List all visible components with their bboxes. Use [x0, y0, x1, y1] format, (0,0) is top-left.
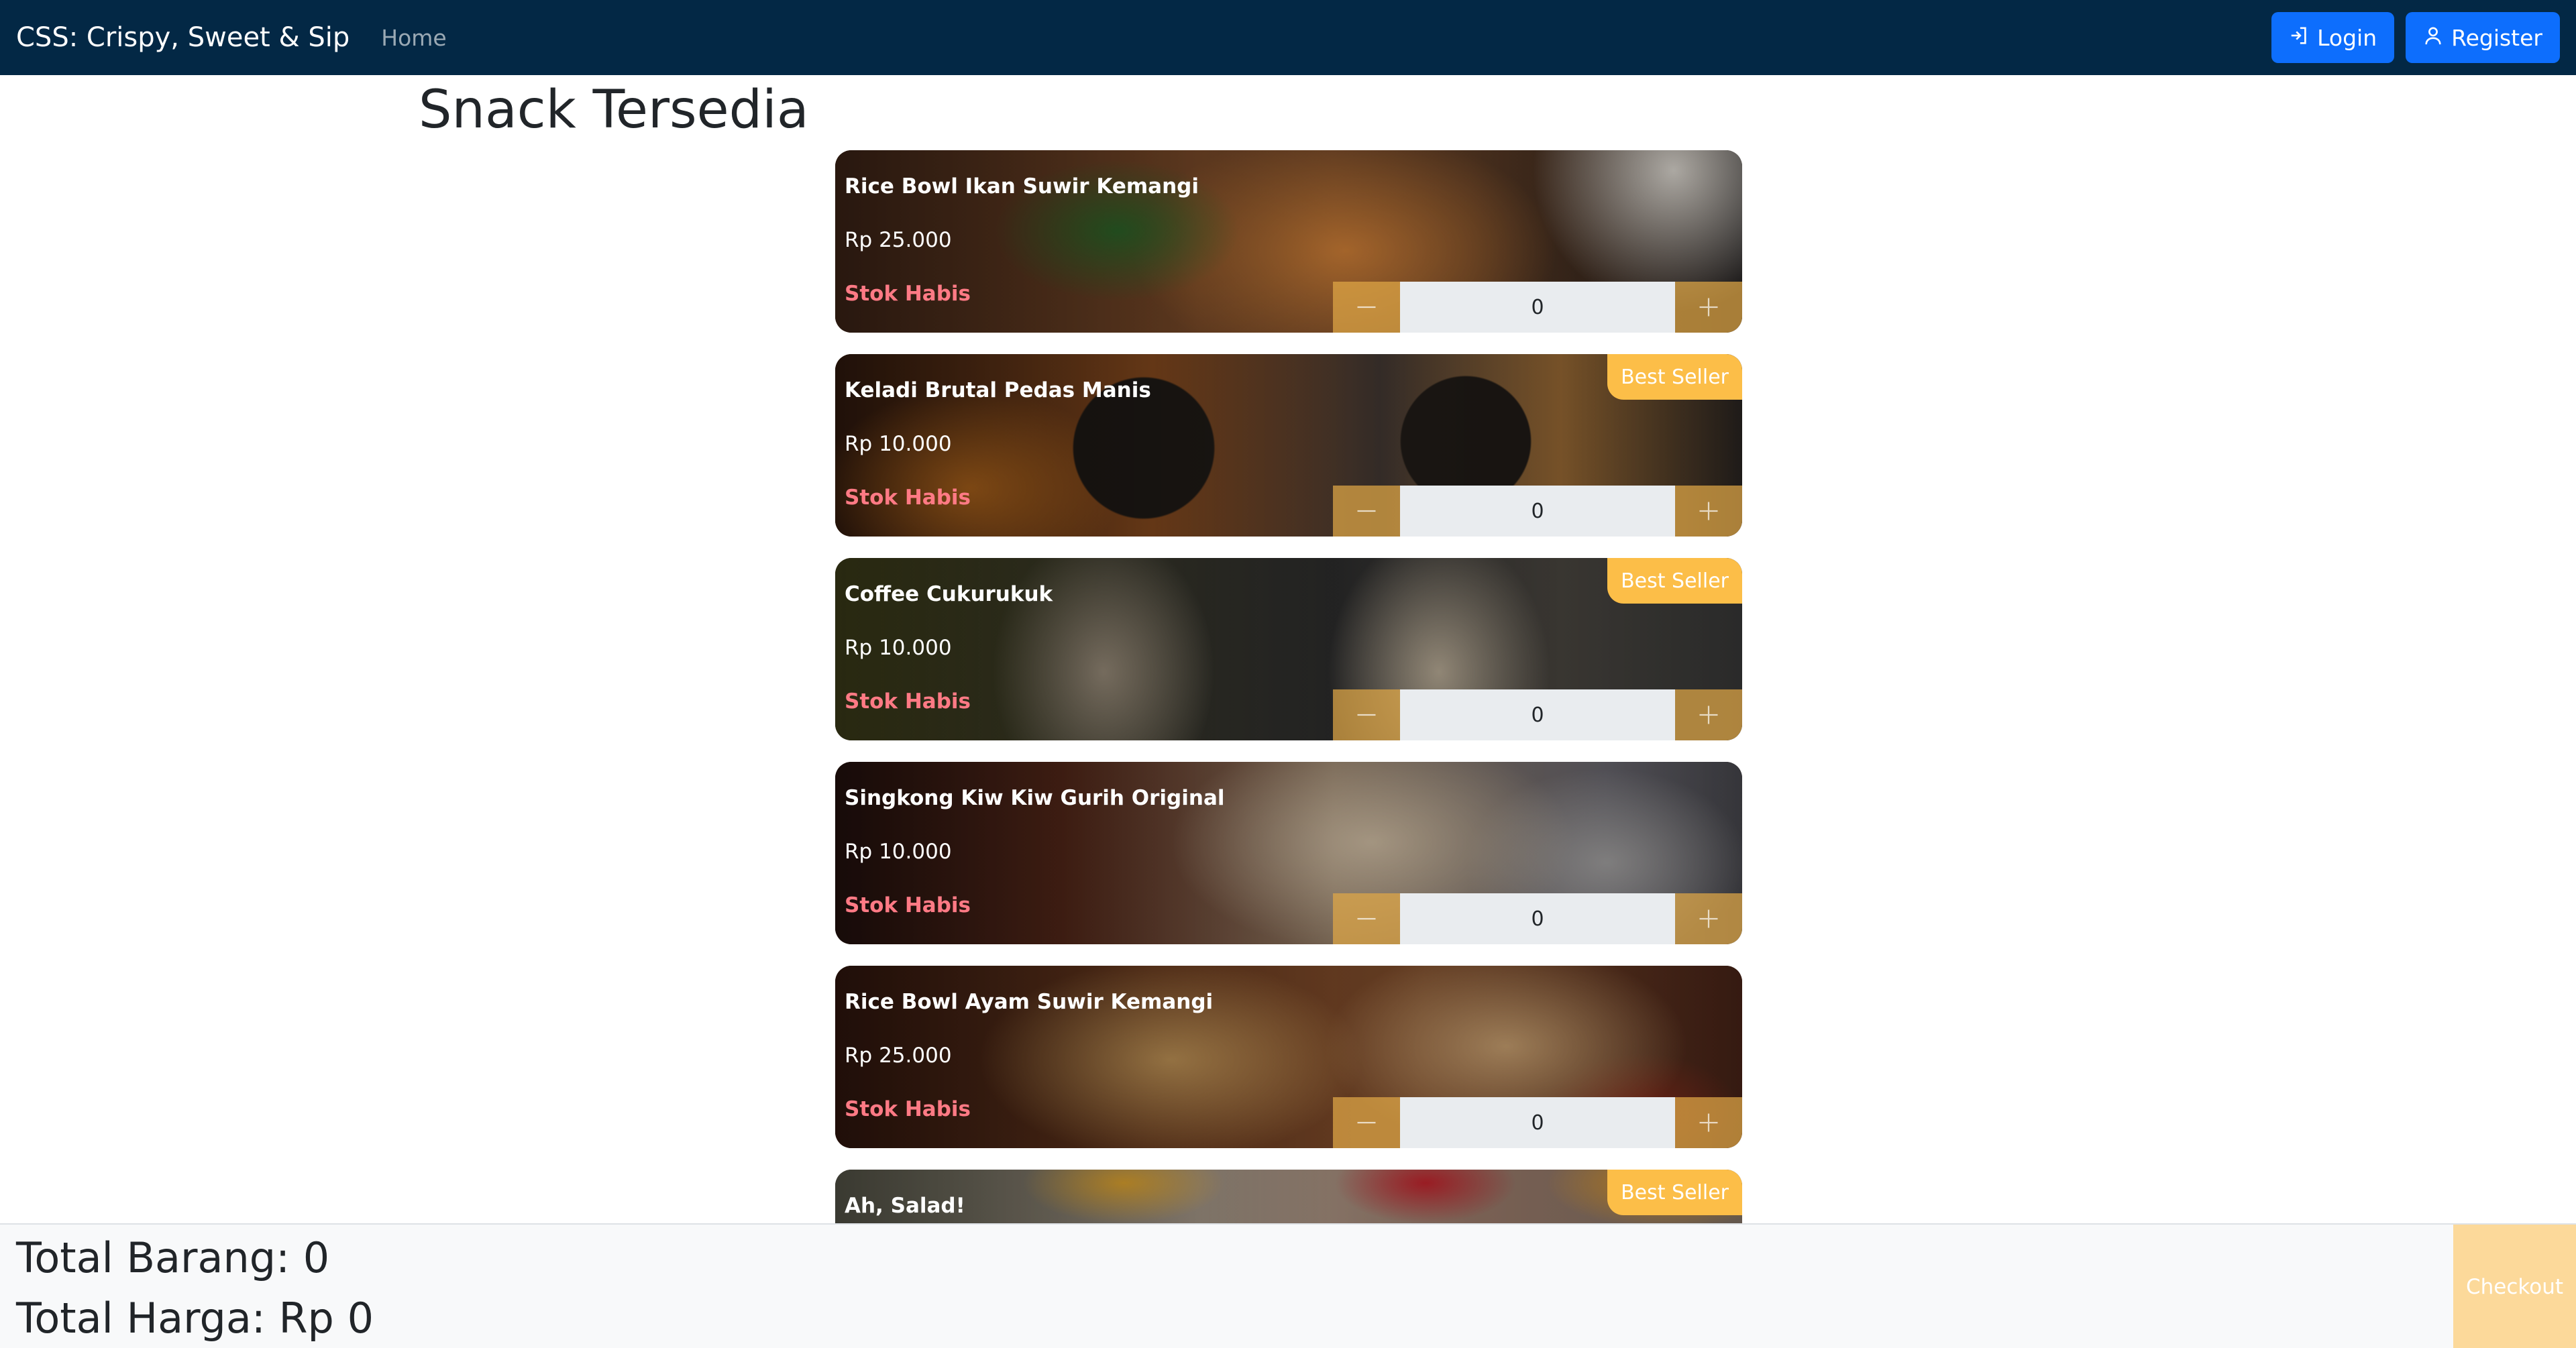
increment-button[interactable] [1675, 486, 1742, 537]
increment-button[interactable] [1675, 1097, 1742, 1148]
quantity-input[interactable] [1400, 486, 1675, 537]
decrement-button[interactable] [1333, 486, 1400, 537]
product-price: Rp 10.000 [845, 432, 952, 456]
product-price: Rp 10.000 [845, 840, 952, 864]
decrement-button[interactable] [1333, 282, 1400, 333]
best-seller-badge: Best Seller [1607, 1170, 1742, 1215]
minus-icon [1357, 510, 1376, 512]
product-name: Rice Bowl Ayam Suwir Kemangi [845, 990, 1214, 1014]
quantity-input[interactable] [1400, 893, 1675, 944]
user-icon [2423, 25, 2443, 51]
page-title: Snack Tersedia [419, 80, 809, 140]
stock-status: Stok Habis [845, 282, 971, 306]
product-name: Coffee Cukurukuk [845, 582, 1053, 606]
plus-icon [1699, 706, 1718, 724]
quantity-input[interactable] [1400, 689, 1675, 740]
plus-icon [1699, 298, 1718, 317]
quantity-stepper [1333, 486, 1742, 537]
total-items: Total Barang: 0 [16, 1233, 330, 1282]
best-seller-badge: Best Seller [1607, 354, 1742, 400]
decrement-button[interactable] [1333, 893, 1400, 944]
product-name: Rice Bowl Ikan Suwir Kemangi [845, 174, 1199, 199]
product-card: Rice Bowl Ayam Suwir Kemangi Rp 25.000 S… [835, 966, 1742, 1148]
quantity-stepper [1333, 893, 1742, 944]
product-card: Best Seller Coffee Cukurukuk Rp 10.000 S… [835, 558, 1742, 740]
cart-summary-bar: Total Barang: 0 Total Harga: Rp 0 Checko… [0, 1223, 2576, 1348]
brand-name[interactable]: CSS: Crispy, Sweet & Sip [16, 22, 350, 53]
minus-icon [1357, 714, 1376, 716]
minus-icon [1357, 1121, 1376, 1124]
login-button[interactable]: Login [2271, 12, 2395, 63]
plus-icon [1699, 909, 1718, 928]
quantity-stepper [1333, 282, 1742, 333]
minus-icon [1357, 917, 1376, 920]
product-price: Rp 10.000 [845, 636, 952, 660]
increment-button[interactable] [1675, 689, 1742, 740]
register-label: Register [2451, 24, 2542, 51]
product-card: Best Seller Keladi Brutal Pedas Manis Rp… [835, 354, 1742, 537]
decrement-button[interactable] [1333, 689, 1400, 740]
product-price: Rp 25.000 [845, 1044, 952, 1068]
stock-status: Stok Habis [845, 689, 971, 714]
decrement-button[interactable] [1333, 1097, 1400, 1148]
minus-icon [1357, 306, 1376, 308]
navbar: CSS: Crispy, Sweet & Sip Home Login Regi… [0, 0, 2576, 75]
total-price: Total Harga: Rp 0 [16, 1294, 374, 1343]
quantity-input[interactable] [1400, 282, 1675, 333]
stock-status: Stok Habis [845, 486, 971, 510]
product-name: Ah, Salad! [845, 1194, 965, 1218]
quantity-stepper [1333, 1097, 1742, 1148]
quantity-stepper [1333, 689, 1742, 740]
plus-icon [1699, 502, 1718, 520]
product-card: Singkong Kiw Kiw Gurih Original Rp 10.00… [835, 762, 1742, 944]
increment-button[interactable] [1675, 893, 1742, 944]
stock-status: Stok Habis [845, 893, 971, 917]
product-name: Singkong Kiw Kiw Gurih Original [845, 786, 1225, 810]
checkout-button[interactable]: Checkout [2453, 1225, 2576, 1348]
register-button[interactable]: Register [2406, 12, 2560, 63]
product-list: Rice Bowl Ikan Suwir Kemangi Rp 25.000 S… [835, 150, 1742, 1348]
product-card: Rice Bowl Ikan Suwir Kemangi Rp 25.000 S… [835, 150, 1742, 333]
nav-home-link[interactable]: Home [381, 25, 446, 51]
product-name: Keladi Brutal Pedas Manis [845, 378, 1151, 402]
quantity-input[interactable] [1400, 1097, 1675, 1148]
product-price: Rp 25.000 [845, 228, 952, 252]
login-icon [2289, 25, 2309, 51]
auth-buttons: Login Register [2271, 12, 2560, 63]
plus-icon [1699, 1113, 1718, 1132]
best-seller-badge: Best Seller [1607, 558, 1742, 604]
stock-status: Stok Habis [845, 1097, 971, 1121]
increment-button[interactable] [1675, 282, 1742, 333]
login-label: Login [2317, 24, 2377, 51]
